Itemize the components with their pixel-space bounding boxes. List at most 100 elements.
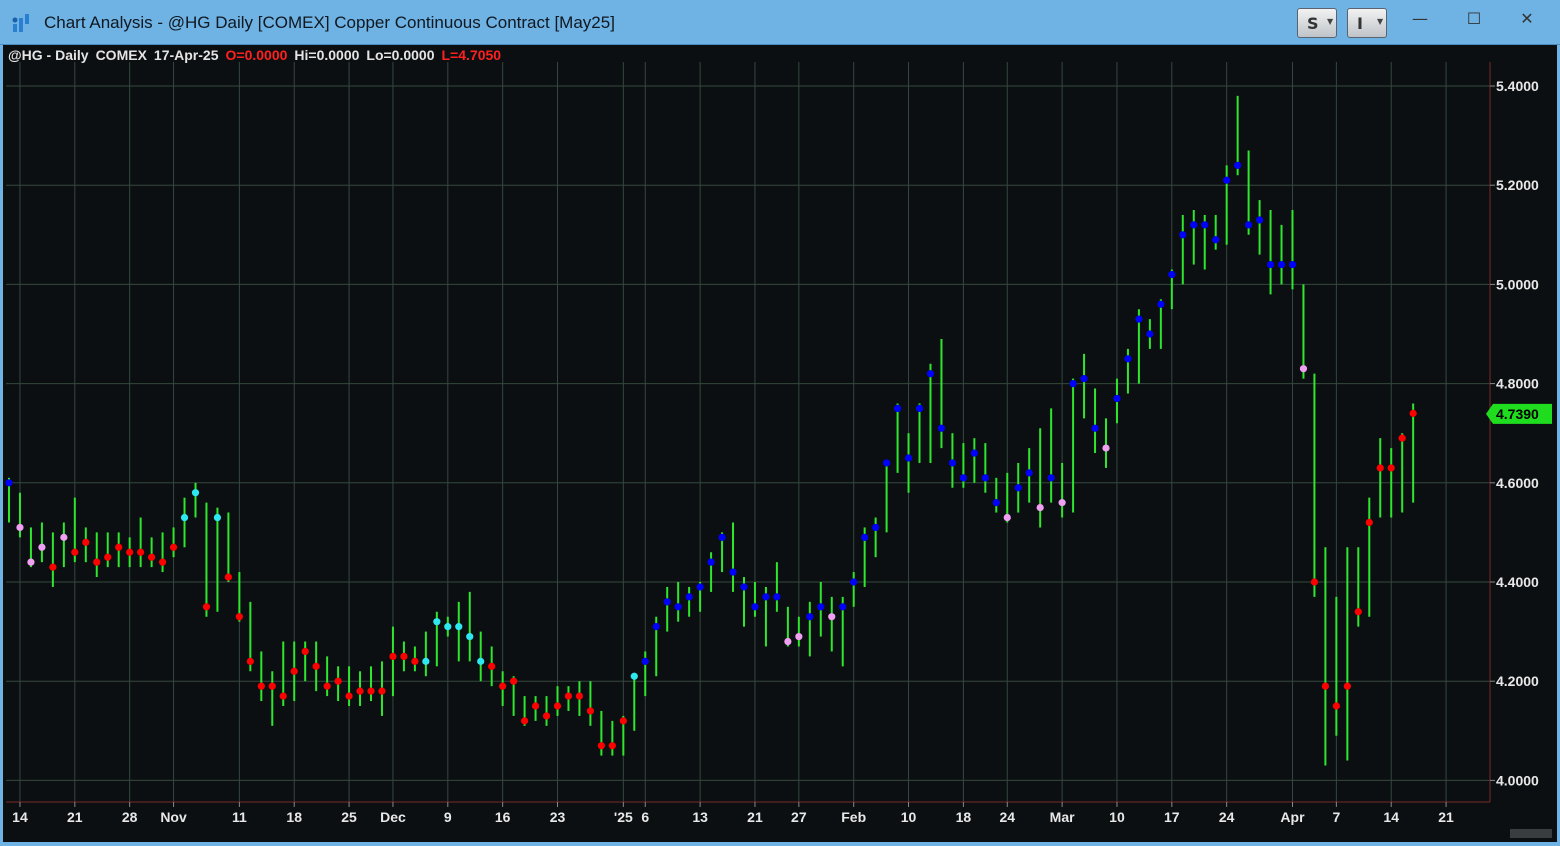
- date-tick-label: 13: [692, 809, 708, 825]
- close-marker: [1365, 518, 1373, 527]
- close-marker: [71, 548, 79, 556]
- close-marker: [158, 558, 167, 566]
- close-marker: [586, 707, 595, 715]
- date-tick-label: Nov: [160, 809, 187, 825]
- date-tick-label: 6: [641, 809, 649, 825]
- close-marker: [740, 583, 748, 591]
- close-marker: [49, 563, 57, 571]
- date-tick-label: 18: [956, 809, 972, 825]
- close-marker: [1409, 409, 1417, 417]
- window-border-bottom: [0, 842, 1560, 846]
- close-marker: [400, 652, 408, 661]
- close-marker: [1387, 464, 1395, 472]
- price-chart[interactable]: 5.4000 5.2000 5.0000 4.8000 4.6000 4.4000 4.20…: [0, 45, 1560, 846]
- close-marker: [191, 489, 200, 497]
- close-marker: [926, 370, 935, 378]
- close-marker: [707, 558, 715, 566]
- scrollbar-thumb[interactable]: [1510, 829, 1552, 838]
- close-marker: [828, 613, 836, 621]
- close-marker: [477, 657, 485, 665]
- close-marker: [1212, 236, 1220, 244]
- date-tick-label: '25: [614, 809, 633, 825]
- minimize-button[interactable]: —: [1405, 6, 1435, 32]
- date-tick-label: 14: [1383, 809, 1399, 825]
- close-marker: [1223, 176, 1231, 184]
- s-dropdown-button[interactable]: S ▼: [1297, 8, 1337, 38]
- close-button[interactable]: ✕: [1512, 6, 1542, 32]
- close-marker: [444, 623, 452, 631]
- date-tick-label: 16: [495, 809, 511, 825]
- date-tick-label: 28: [122, 809, 138, 825]
- close-marker: [564, 692, 573, 700]
- i-dropdown-button[interactable]: I ▼: [1347, 8, 1387, 38]
- close-marker: [784, 637, 792, 646]
- close-marker: [1398, 434, 1406, 442]
- last-value: L=4.7050: [441, 47, 502, 63]
- close-marker: [817, 603, 825, 611]
- close-marker: [1234, 161, 1242, 169]
- exchange-label: COMEX: [95, 47, 147, 63]
- close-marker: [290, 667, 298, 675]
- close-marker: [279, 692, 287, 700]
- maximize-button[interactable]: ☐: [1459, 6, 1489, 32]
- close-marker: [1168, 270, 1176, 279]
- price-tick-label: 4.8000: [1496, 376, 1539, 392]
- close-marker: [663, 598, 671, 606]
- close-marker: [1343, 682, 1351, 690]
- close-marker: [213, 513, 222, 522]
- symbol-label: @HG - Daily: [8, 47, 89, 63]
- close-marker: [104, 553, 112, 561]
- price-tick-label: 4.0000: [1496, 772, 1539, 788]
- date-tick-label: 11: [232, 809, 247, 825]
- low-value: Lo=0.0000: [366, 47, 435, 63]
- close-marker: [411, 657, 419, 665]
- close-marker: [499, 682, 507, 690]
- close-marker: [1124, 355, 1132, 363]
- date-tick-label: 21: [747, 809, 763, 825]
- close-marker: [301, 647, 309, 656]
- close-marker: [1376, 464, 1384, 472]
- close-marker: [1014, 484, 1022, 492]
- close-marker: [334, 677, 342, 685]
- last-price-tag: 4.7390: [1486, 403, 1552, 424]
- close-marker: [268, 682, 276, 690]
- window-border-left: [0, 45, 3, 846]
- close-marker: [224, 573, 232, 581]
- close-marker: [795, 632, 803, 641]
- close-marker: [981, 474, 989, 482]
- close-marker: [542, 712, 551, 720]
- close-marker: [872, 523, 880, 532]
- close-marker: [773, 593, 781, 601]
- app-icon: [12, 14, 29, 32]
- close-marker: [1310, 578, 1319, 586]
- close-marker: [861, 533, 869, 541]
- close-marker: [1201, 221, 1209, 229]
- close-marker: [893, 404, 902, 412]
- close-marker: [1245, 221, 1253, 229]
- close-marker: [1047, 474, 1055, 482]
- date-tick-label: Apr: [1280, 809, 1305, 825]
- close-marker: [1266, 260, 1275, 269]
- close-marker: [169, 543, 178, 551]
- close-marker: [389, 652, 397, 661]
- price-tick-label: 4.4000: [1496, 574, 1539, 590]
- close-marker: [685, 593, 693, 601]
- close-marker: [718, 533, 726, 541]
- close-marker: [422, 657, 430, 665]
- close-marker: [762, 593, 770, 601]
- chevron-down-icon: ▼: [1377, 17, 1384, 26]
- price-tick-label: 5.0000: [1496, 276, 1539, 292]
- date-tick-label: 24: [1219, 809, 1235, 825]
- close-marker: [16, 523, 24, 532]
- close-marker: [992, 499, 1000, 507]
- close-marker: [202, 603, 211, 611]
- date-tick-label: 25: [341, 809, 357, 825]
- date-tick-label: Mar: [1050, 809, 1075, 825]
- date-tick-label: Feb: [841, 809, 866, 825]
- close-marker: [1036, 504, 1044, 512]
- close-marker: [5, 479, 13, 487]
- close-marker: [904, 454, 913, 462]
- date-tick-label: 27: [791, 809, 807, 825]
- close-marker: [806, 613, 814, 621]
- close-marker: [1332, 702, 1340, 710]
